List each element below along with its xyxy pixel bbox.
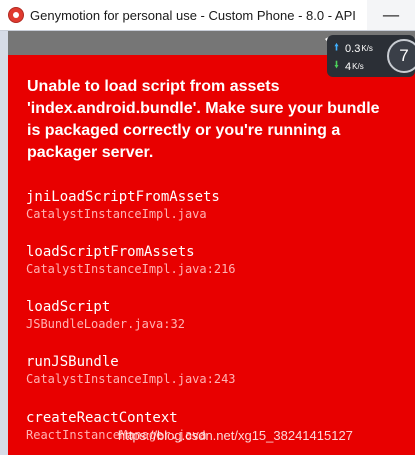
download-speed-unit: K/s	[352, 62, 364, 71]
stack-frame[interactable]: loadScript JSBundleLoader.java:32	[26, 298, 185, 332]
emulator-window: Genymotion for personal use - Custom Pho…	[0, 0, 415, 455]
upload-speed: 🠙 0.3 K/s	[334, 40, 373, 57]
upload-speed-value: 0.3	[345, 42, 361, 55]
watermark: https://blog.csdn.net/xg15_38241415127	[118, 428, 353, 443]
download-speed: 🠛 4 K/s	[334, 58, 364, 75]
network-speed-widget[interactable]: 🠙 0.3 K/s 🠛 4 K/s 7	[327, 35, 415, 77]
minimize-icon: —	[382, 4, 400, 26]
stack-frame-file: CatalystInstanceImpl.java:216	[26, 262, 236, 276]
stack-frame-file: CatalystInstanceImpl.java:243	[26, 372, 236, 386]
minimize-button[interactable]: —	[367, 0, 415, 30]
stack-frame-method: loadScript	[26, 299, 111, 315]
stack-frame-file: JSBundleLoader.java:32	[26, 317, 185, 331]
stack-frame[interactable]: jniLoadScriptFromAssets CatalystInstance…	[26, 188, 220, 222]
stack-frame[interactable]: runJSBundle CatalystInstanceImpl.java:24…	[26, 353, 236, 387]
stack-frame-method: runJSBundle	[26, 354, 119, 370]
genymotion-logo-icon	[8, 7, 24, 23]
error-message: Unable to load script from assets 'index…	[27, 78, 380, 161]
stack-frame[interactable]: loadScriptFromAssets CatalystInstanceImp…	[26, 243, 236, 277]
stack-frame-method: jniLoadScriptFromAssets	[26, 189, 220, 205]
upload-arrow-icon: 🠙	[334, 42, 340, 53]
window-title: Genymotion for personal use - Custom Pho…	[30, 7, 356, 23]
download-speed-value: 4	[345, 60, 352, 73]
stack-frame-method: createReactContext	[26, 410, 178, 426]
stack-frame-file: CatalystInstanceImpl.java	[26, 207, 207, 221]
download-arrow-icon: 🠛	[334, 60, 340, 71]
upload-speed-unit: K/s	[361, 44, 373, 53]
title-bar[interactable]: Genymotion for personal use - Custom Pho…	[0, 0, 415, 31]
network-gauge: 7	[387, 39, 415, 73]
stack-frame-method: loadScriptFromAssets	[26, 244, 195, 260]
redbox-error-screen: Unable to load script from assets 'index…	[8, 55, 415, 455]
